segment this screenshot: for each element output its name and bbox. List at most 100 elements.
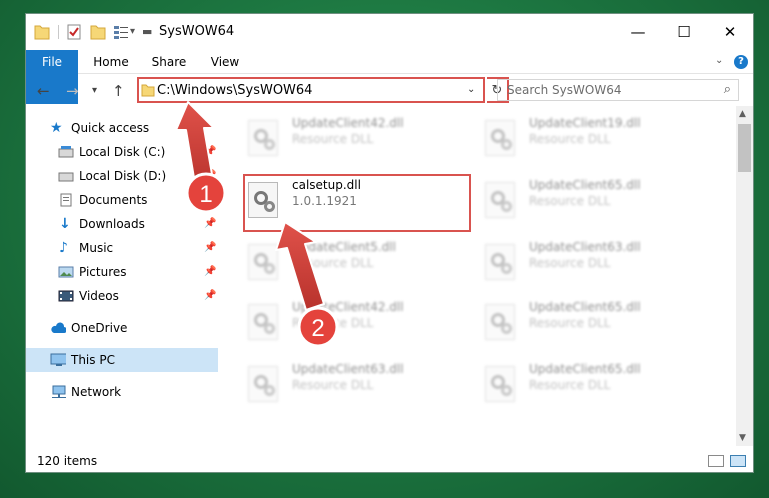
tab-home[interactable]: Home [88,50,134,74]
file-name: UpdateClient5.dll [292,240,396,254]
dll-file-icon [248,120,278,156]
file-item[interactable]: UpdateClient5.dll Resource DLL [244,236,474,290]
pin-icon: 📌 [204,146,217,157]
sidebar-item-network[interactable]: Network [26,380,218,404]
vertical-scrollbar[interactable]: ▲ ▼ [736,106,753,446]
sidebar-item-label: Videos [79,289,119,303]
file-name: UpdateClient63.dll [529,240,641,254]
recent-locations-chevron-icon[interactable]: ▾ [92,85,97,96]
new-folder-icon[interactable] [90,23,106,41]
item-count: 120 items [37,454,98,468]
up-arrow-icon[interactable]: ↑ [112,82,125,100]
ribbon-tabs: File Home Share View ⌄ ? [26,50,753,104]
large-icons-view-button[interactable] [730,455,746,467]
sidebar-item-label: OneDrive [71,321,128,335]
dll-file-icon [248,304,278,340]
file-description: Resource DLL [529,132,611,146]
computer-icon [50,353,66,366]
minimize-button[interactable]: — [615,14,661,50]
pin-icon: 📌 [204,170,217,181]
sidebar-item-label: Local Disk (C:) [79,145,166,159]
file-name: UpdateClient65.dll [529,362,641,376]
separator [58,25,59,39]
dll-file-icon [485,366,515,402]
sidebar-item-local-disk-c[interactable]: Local Disk (C:) 📌 [26,140,218,164]
sidebar-item-videos[interactable]: Videos 📌 [26,284,218,308]
title-bar: ▾ ▬ SysWOW64 — ☐ ✕ [26,14,753,50]
expand-ribbon-chevron-icon[interactable]: ⌄ [715,55,723,66]
status-bar: 120 items [26,446,753,472]
window-title: SysWOW64 [159,24,235,39]
sidebar-item-label: Downloads [79,217,145,231]
pictures-icon [58,266,74,278]
maximize-button[interactable]: ☐ [661,14,707,50]
file-name: UpdateClient19.dll [529,116,641,130]
view-options-icon[interactable] [112,23,130,41]
sidebar-item-this-pc[interactable]: This PC [26,348,218,372]
details-view-button[interactable] [708,455,724,467]
search-input[interactable]: Search SysWOW64 ⌕ [497,79,739,101]
pin-icon: 📌 [204,194,217,205]
file-description: Resource DLL [292,378,374,392]
file-description: Resource DLL [529,316,611,330]
music-icon: ♪ [59,240,68,256]
address-path: C:\Windows\SysWOW64 [157,83,313,98]
file-item[interactable]: UpdateClient65.dll Resource DLL [481,296,711,350]
file-item[interactable]: UpdateClient65.dll Resource DLL [481,174,711,228]
sidebar-item-label: Network [71,385,122,399]
sidebar-item-onedrive[interactable]: OneDrive [26,316,218,340]
dll-file-icon [485,304,515,340]
toolbar-dropdown-icon[interactable]: ▬ [142,25,152,38]
pin-icon: 📌 [204,242,217,253]
folder-icon [34,25,50,40]
navigation-pane: ★ Quick access Local Disk (C:) 📌 Local D… [26,106,218,444]
file-name: UpdateClient65.dll [529,300,641,314]
drive-icon [58,146,74,158]
file-item[interactable]: UpdateClient42.dll Resource DLL [244,296,474,350]
folder-icon [141,84,155,97]
sidebar-item-label: Quick access [71,121,150,135]
dll-file-icon [248,366,278,402]
dll-file-icon [485,244,515,280]
file-list: UpdateClient42.dll Resource DLL calsetup… [218,106,736,444]
file-name: UpdateClient42.dll [292,300,404,314]
back-arrow-icon[interactable]: ← [37,82,50,100]
tab-share[interactable]: Share [146,50,192,74]
file-description: Resource DLL [292,256,374,270]
pin-icon: 📌 [204,266,217,277]
network-icon [52,385,66,398]
customize-toolbar-chevron-icon[interactable]: ▾ [130,26,135,37]
sidebar-item-label: Documents [79,193,148,207]
sidebar-item-local-disk-d[interactable]: Local Disk (D:) 📌 [26,164,218,188]
tab-view[interactable]: View [202,50,248,74]
download-icon: ↓ [59,216,71,232]
address-dropdown-chevron-icon[interactable]: ⌄ [467,84,475,95]
close-button[interactable]: ✕ [707,14,753,50]
sidebar-item-quick-access[interactable]: ★ Quick access [26,116,218,140]
file-explorer-window: ▾ ▬ SysWOW64 — ☐ ✕ File Home Share View … [25,13,754,473]
file-item[interactable]: UpdateClient65.dll Resource DLL [481,358,711,412]
pin-icon: 📌 [204,218,217,229]
file-item[interactable]: UpdateClient42.dll Resource DLL [244,112,474,166]
pin-icon: 📌 [204,290,217,301]
file-description: Resource DLL [529,256,611,270]
file-item[interactable]: UpdateClient63.dll Resource DLL [244,358,474,412]
file-description: Resource DLL [292,132,374,146]
address-bar[interactable]: C:\Windows\SysWOW64 ⌄ [137,77,485,103]
file-item[interactable]: UpdateClient63.dll Resource DLL [481,236,711,290]
sidebar-item-downloads[interactable]: ↓ Downloads 📌 [26,212,218,236]
forward-arrow-icon[interactable]: → [66,82,79,100]
search-placeholder: Search SysWOW64 [507,83,622,97]
sidebar-item-pictures[interactable]: Pictures 📌 [26,260,218,284]
scrollbar-thumb[interactable] [738,124,751,172]
properties-icon[interactable] [66,23,82,41]
search-icon: ⌕ [723,82,731,97]
scroll-up-arrow-icon[interactable]: ▲ [739,109,746,119]
help-icon[interactable]: ? [734,55,748,69]
navigation-bar: ← → ▾ ↑ C:\Windows\SysWOW64 ⌄ ↻ Search S… [26,74,753,106]
sidebar-item-documents[interactable]: Documents 📌 [26,188,218,212]
file-item[interactable]: UpdateClient19.dll Resource DLL [481,112,711,166]
scroll-down-arrow-icon[interactable]: ▼ [739,433,746,443]
sidebar-item-music[interactable]: ♪ Music 📌 [26,236,218,260]
cloud-icon [51,322,66,333]
